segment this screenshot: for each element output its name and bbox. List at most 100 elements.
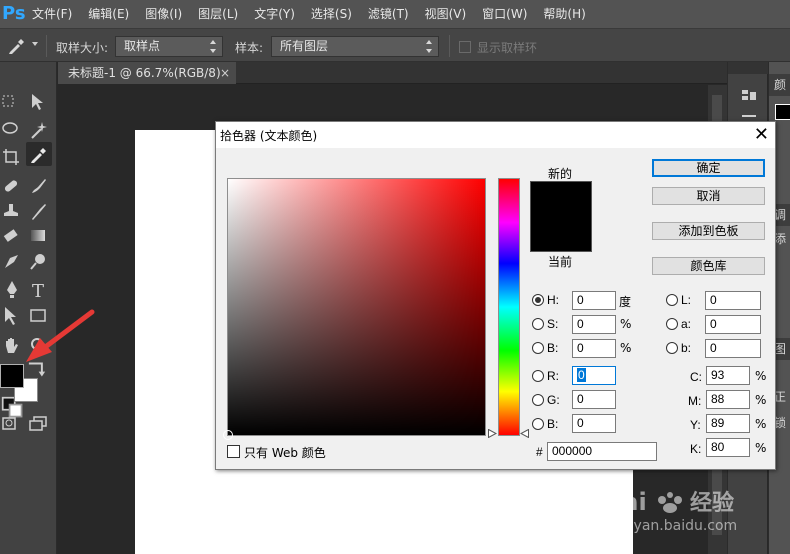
brightness-input[interactable]: 0 — [572, 339, 616, 358]
radio-a[interactable] — [666, 318, 678, 330]
radio-l[interactable] — [666, 294, 678, 306]
lab-b-label: b: — [681, 341, 692, 355]
a-input[interactable]: 0 — [705, 315, 761, 334]
r-label: R: — [547, 369, 559, 383]
eyedropper-tool-icon[interactable] — [26, 142, 52, 166]
menu-type[interactable]: 文字(Y) — [246, 0, 303, 28]
close-tab-icon[interactable]: × — [220, 62, 230, 84]
radio-b[interactable] — [532, 342, 544, 354]
add-to-swatches-button[interactable]: 添加到色板 — [652, 222, 765, 240]
radio-g[interactable] — [532, 394, 544, 406]
color-field-cursor[interactable] — [223, 430, 233, 440]
cancel-button[interactable]: 取消 — [652, 187, 765, 205]
h-label: H: — [547, 293, 559, 307]
close-icon[interactable]: ✕ — [754, 124, 769, 144]
hue-slider-left-arrow-icon[interactable] — [488, 429, 497, 438]
gradient-tool-icon[interactable] — [26, 224, 52, 248]
blue-input[interactable]: 0 — [572, 414, 616, 433]
svg-text:T: T — [32, 281, 44, 302]
hue-slider[interactable] — [498, 178, 520, 436]
crop-tool-icon[interactable] — [0, 146, 26, 170]
g-input[interactable]: 0 — [572, 390, 616, 409]
move-tool-icon[interactable] — [26, 90, 52, 114]
hue-slider-right-arrow-icon[interactable] — [520, 429, 529, 438]
menu-view[interactable]: 视图(V) — [417, 0, 475, 28]
hex-label: # — [536, 445, 543, 459]
panel-color-swatch — [775, 104, 790, 120]
menu-select[interactable]: 选择(S) — [303, 0, 360, 28]
type-tool-icon[interactable]: T — [26, 278, 52, 302]
current-color-label: 当前 — [548, 255, 573, 269]
magic-wand-tool-icon[interactable] — [26, 118, 52, 142]
web-colors-only-checkbox[interactable] — [227, 445, 240, 458]
hex-input[interactable]: 000000 — [547, 442, 657, 461]
eyedropper-icon[interactable] — [6, 37, 28, 55]
blue-label: B: — [547, 417, 559, 431]
hand-tool-icon[interactable] — [0, 334, 26, 358]
radio-lab-b[interactable] — [666, 342, 678, 354]
panel-collapse-bar[interactable] — [728, 62, 768, 74]
saturation-brightness-field[interactable] — [223, 178, 486, 440]
m-input[interactable]: 88 — [706, 390, 750, 409]
menu-filter[interactable]: 滤镜(T) — [360, 0, 417, 28]
brush-tool-icon[interactable] — [26, 174, 52, 198]
c-unit: % — [755, 369, 767, 383]
svg-text:Bai: Bai — [604, 488, 647, 516]
lasso-tool-icon[interactable] — [0, 118, 26, 142]
menu-layer[interactable]: 图层(L) — [190, 0, 246, 28]
pen-tool-icon[interactable] — [0, 278, 26, 302]
r-input[interactable]: 0 — [572, 366, 616, 385]
radio-blue[interactable] — [532, 418, 544, 430]
dodge-tool-icon[interactable] — [26, 250, 52, 274]
tools-panel: T — [0, 62, 57, 554]
panel-tab-color[interactable]: 颜 — [769, 74, 790, 96]
rectangle-tool-icon[interactable] — [26, 304, 52, 328]
k-input[interactable]: 80 — [706, 438, 750, 457]
menu-window[interactable]: 窗口(W) — [474, 0, 535, 28]
default-colors-icon[interactable] — [0, 396, 23, 418]
h-unit: 度 — [619, 295, 632, 309]
c-input[interactable]: 93 — [706, 366, 750, 385]
current-color-swatch[interactable] — [530, 217, 592, 252]
divider — [46, 35, 47, 57]
sample-size-select[interactable]: 取样点 — [115, 36, 223, 57]
stamp-tool-icon[interactable] — [0, 200, 26, 224]
sample-value: 所有图层 — [280, 39, 329, 53]
l-input[interactable]: 0 — [705, 291, 761, 310]
blur-tool-icon[interactable] — [0, 250, 26, 274]
path-selection-tool-icon[interactable] — [0, 304, 26, 328]
color-libraries-button[interactable]: 颜色库 — [652, 257, 765, 275]
history-panel-icon[interactable] — [738, 86, 760, 108]
radio-s[interactable] — [532, 318, 544, 330]
swap-colors-icon[interactable] — [24, 358, 46, 377]
m-unit: % — [755, 393, 767, 407]
h-input[interactable]: 0 — [572, 291, 616, 310]
sample-select[interactable]: 所有图层 — [271, 36, 439, 57]
screen-mode-icon[interactable] — [26, 412, 52, 436]
updown-icon — [210, 40, 216, 53]
dialog-titlebar[interactable]: 拾色器 (文本颜色) ✕ — [216, 122, 775, 148]
menu-help[interactable]: 帮助(H) — [535, 0, 593, 28]
marquee-tool-icon[interactable] — [0, 90, 26, 114]
healing-brush-tool-icon[interactable] — [0, 174, 26, 198]
c-label: C: — [690, 370, 702, 384]
foreground-color-swatch[interactable] — [0, 364, 24, 388]
eraser-tool-icon[interactable] — [0, 224, 26, 248]
svg-text:经验: 经验 — [690, 490, 734, 516]
tool-preset-arrow-icon[interactable] — [32, 42, 38, 46]
radio-h[interactable] — [532, 294, 544, 306]
menu-edit[interactable]: 编辑(E) — [80, 0, 137, 28]
history-brush-tool-icon[interactable] — [26, 200, 52, 224]
ok-button[interactable]: 确定 — [652, 159, 765, 177]
s-input[interactable]: 0 — [572, 315, 616, 334]
zoom-tool-icon[interactable] — [26, 334, 52, 358]
b-label: B: — [547, 341, 559, 355]
lab-b-input[interactable]: 0 — [705, 339, 761, 358]
document-tab[interactable]: 未标题-1 @ 66.7%(RGB/8) × — [58, 62, 236, 84]
show-sampling-ring-checkbox[interactable] — [459, 41, 471, 53]
menu-file[interactable]: 文件(F) — [24, 0, 80, 28]
radio-r[interactable] — [532, 370, 544, 382]
menu-image[interactable]: 图像(I) — [137, 0, 190, 28]
quick-mask-icon[interactable] — [0, 412, 26, 436]
y-input[interactable]: 89 — [706, 414, 750, 433]
